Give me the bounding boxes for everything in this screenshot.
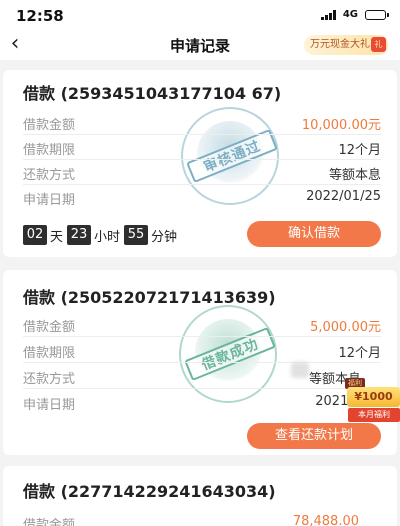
amount-row: 借款金额 10,000.00元 — [23, 110, 381, 135]
countdown-days: 02 — [23, 225, 47, 245]
amount-label: 借款金额 — [23, 518, 76, 526]
method-label: 还款方式 — [23, 372, 76, 387]
countdown-timer: 02 天 23 小时 55 分钟 — [23, 225, 181, 245]
loan-record-title: 借款 (250522072171413639) — [23, 288, 276, 307]
term-label: 借款期限 — [23, 143, 76, 158]
confirm-loan-button[interactable]: 确认借款 — [247, 221, 381, 247]
welfare-coupon: ¥1000 — [347, 387, 400, 407]
countdown-minute-unit: 分钟 — [151, 229, 178, 245]
amount-row: 借款金额 78,488.00 — [23, 510, 381, 526]
loan-record-card[interactable]: 借款 (250522072171413639) 借款成功 借款金额 5,000.… — [3, 270, 397, 455]
date-row: 申请日期 2022/01/25 — [23, 185, 381, 210]
loan-record-title: 借款 (227714229241643034) — [23, 482, 276, 501]
countdown-day-unit: 天 — [50, 229, 64, 245]
amount-value: 10,000.00元 — [301, 118, 381, 133]
signal-icon — [320, 9, 336, 20]
amount-label: 借款金额 — [23, 320, 76, 335]
loan-record-title: 借款 (2593451043177104 67) — [23, 84, 282, 103]
countdown-hour-unit: 小时 — [94, 229, 121, 245]
date-row: 申请日期 2021/1 — [23, 390, 381, 415]
monthly-welfare-badge[interactable]: 福利 ¥1000 本月福利 — [345, 378, 400, 422]
cash-gift-label: 万元现金大礼 — [310, 39, 370, 50]
amount-value: 78,488.00 — [292, 514, 359, 526]
status-bar: 12:58 4G — [0, 0, 400, 30]
date-label: 申请日期 — [23, 398, 76, 413]
loan-record-card[interactable]: 借款 (2593451043177104 67) 审核通过 借款金额 10,00… — [3, 70, 397, 257]
amount-row: 借款金额 5,000.00元 — [23, 312, 381, 337]
term-row: 借款期限 12个月 — [23, 135, 381, 160]
term-label: 借款期限 — [23, 346, 76, 361]
method-label: 还款方式 — [23, 168, 76, 183]
countdown-hours: 23 — [67, 225, 92, 245]
cash-gift-banner[interactable]: 万元现金大礼 礼 — [304, 35, 388, 55]
method-value: 等额本息 — [328, 168, 381, 183]
amount-label: 借款金额 — [23, 118, 76, 133]
amount-value: 5,000.00元 — [310, 320, 381, 335]
term-value: 12个月 — [338, 346, 381, 361]
nav-bar: ‹ 申请记录 万元现金大礼 礼 — [0, 30, 400, 60]
view-repayment-plan-button[interactable]: 查看还款计划 — [247, 423, 381, 449]
gift-icon: 礼 — [371, 37, 386, 52]
loan-record-card[interactable]: 借款 (227714229241643034) 借款金额 78,488.00 — [3, 466, 397, 526]
method-row: 还款方式 等额本息 — [23, 160, 381, 185]
blurred-region — [291, 362, 309, 378]
network-type: 4G — [342, 9, 358, 20]
term-value: 12个月 — [338, 143, 381, 158]
status-time: 12:58 — [16, 7, 64, 25]
term-row: 借款期限 12个月 — [23, 338, 381, 363]
date-value: 2022/01/25 — [306, 189, 381, 204]
welfare-label: 本月福利 — [348, 408, 400, 422]
method-row: 还款方式 等额本息 — [23, 364, 381, 389]
countdown-minutes: 55 — [124, 225, 149, 245]
battery-icon — [365, 9, 389, 20]
status-icons: 4G — [320, 9, 389, 20]
date-label: 申请日期 — [23, 193, 76, 208]
